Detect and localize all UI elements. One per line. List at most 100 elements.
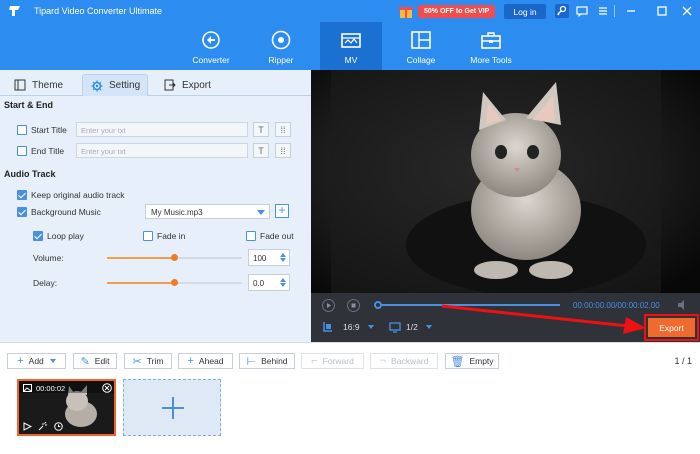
- clip-thumbnail[interactable]: 00:00:02: [17, 379, 116, 436]
- end-title-input[interactable]: Enter your txt: [76, 143, 248, 158]
- audio-track-heading: Audio Track: [4, 169, 56, 179]
- music-file-select[interactable]: My Music.mp3: [145, 204, 270, 219]
- edit-button[interactable]: ✎ Edit: [73, 353, 117, 369]
- plus-icon: +: [17, 355, 24, 367]
- behind-button[interactable]: ⊢ Behind: [239, 353, 295, 369]
- screen-page-select[interactable]: 1/2: [406, 322, 432, 332]
- tab-label: MV: [344, 55, 358, 65]
- play-icon[interactable]: [23, 422, 32, 431]
- behind-label: Behind: [261, 356, 288, 366]
- fade-in-label: Fade in: [157, 231, 186, 241]
- key-icon[interactable]: [555, 4, 569, 18]
- close-icon[interactable]: [102, 383, 112, 393]
- forward-button[interactable]: ⌐ Forward: [301, 353, 364, 369]
- loop-play-checkbox[interactable]: [33, 231, 43, 241]
- background-music-row: Background Music: [17, 207, 101, 217]
- tab-collage[interactable]: Collage: [390, 22, 452, 70]
- stop-button[interactable]: [347, 299, 360, 312]
- menu-icon[interactable]: [596, 4, 610, 18]
- settings-panel: Theme Setting Export Start & End Start T…: [0, 70, 311, 342]
- tab-label: Collage: [406, 55, 436, 65]
- fade-out-checkbox[interactable]: [246, 231, 256, 241]
- page-count: 1 / 1: [674, 356, 692, 366]
- end-text-format-button[interactable]: T: [253, 143, 269, 158]
- start-title-row: Start Title: [17, 125, 67, 135]
- maximize-icon[interactable]: [655, 4, 669, 18]
- stop-icon: [351, 303, 356, 308]
- delay-label: Delay:: [33, 278, 58, 288]
- forward-label: Forward: [322, 356, 354, 366]
- subtab-theme[interactable]: Theme: [4, 74, 74, 96]
- delay-stepper[interactable]: 0.0: [248, 274, 290, 291]
- stepper-down-icon[interactable]: [280, 258, 286, 262]
- converter-icon: [202, 31, 220, 49]
- end-text-position-button[interactable]: ⁞⁞: [275, 143, 291, 158]
- wand-icon: ✎: [80, 355, 90, 368]
- trim-button[interactable]: ✂ Trim: [124, 353, 172, 369]
- main-nav: Converter Ripper MV Collage More Tools: [0, 22, 700, 70]
- end-title-checkbox[interactable]: [17, 146, 27, 156]
- timeline-toolbar: + Add ✎ Edit ✂ Trim + Ahead ⊢ Behind ⌐ F…: [0, 342, 700, 376]
- close-icon[interactable]: [680, 4, 694, 18]
- end-title-label: End Title: [31, 146, 65, 156]
- login-button[interactable]: Log in: [504, 4, 546, 19]
- stepper-up-icon[interactable]: [280, 278, 286, 282]
- empty-button[interactable]: 🗑 Empty: [445, 353, 499, 369]
- delay-slider-track[interactable]: [174, 282, 242, 284]
- collage-icon: [411, 31, 431, 49]
- ahead-button[interactable]: + Ahead: [178, 353, 233, 369]
- tab-mv[interactable]: MV: [320, 22, 382, 70]
- tab-more-tools[interactable]: More Tools: [460, 22, 522, 70]
- background-music-checkbox[interactable]: [17, 207, 27, 217]
- add-music-button[interactable]: +: [275, 204, 289, 218]
- volume-icon[interactable]: [677, 299, 689, 311]
- edit-label: Edit: [94, 356, 110, 366]
- start-title-input[interactable]: Enter your txt: [76, 122, 248, 137]
- tab-label: Converter: [192, 55, 230, 65]
- subtab-export[interactable]: Export: [158, 74, 228, 96]
- delay-slider-handle[interactable]: [171, 279, 178, 286]
- stepper-up-icon[interactable]: [280, 253, 286, 257]
- volume-stepper[interactable]: 100: [248, 249, 290, 266]
- start-end-heading: Start & End: [4, 100, 54, 110]
- subtab-label: Theme: [32, 79, 64, 91]
- chevron-down-icon: [425, 325, 432, 329]
- play-button[interactable]: [322, 299, 335, 312]
- add-clip-slot[interactable]: [123, 379, 221, 436]
- annotation-arrow: [441, 304, 646, 334]
- subtab-label: Export: [182, 79, 211, 91]
- subtab-setting[interactable]: Setting: [82, 74, 148, 96]
- fade-in-checkbox[interactable]: [143, 231, 153, 241]
- loop-play-label: Loop play: [47, 231, 84, 241]
- text-position-button[interactable]: ⁞⁞: [275, 122, 291, 137]
- empty-label: Empty: [469, 356, 494, 366]
- keep-original-checkbox[interactable]: [17, 190, 27, 200]
- tab-ripper[interactable]: Ripper: [250, 22, 312, 70]
- text-icon: T: [258, 145, 264, 156]
- export-button-highlight: Export: [644, 314, 699, 341]
- backward-button[interactable]: ¬ Backward: [370, 353, 438, 369]
- promo-banner[interactable]: 50% OFF to Get VIP: [398, 3, 496, 19]
- app-title: Tipard Video Converter Ultimate: [34, 6, 163, 16]
- add-button[interactable]: + Add: [7, 353, 66, 369]
- delay-slider-fill: [107, 282, 174, 284]
- export-button[interactable]: Export: [648, 318, 695, 337]
- subtab-label: Setting: [109, 80, 141, 91]
- stepper-down-icon[interactable]: [280, 283, 286, 287]
- aspect-ratio-select[interactable]: 16:9: [343, 322, 374, 332]
- video-preview: [311, 70, 700, 293]
- minimize-icon[interactable]: [624, 4, 638, 18]
- effect-icon[interactable]: [38, 422, 47, 431]
- progress-handle[interactable]: [374, 301, 382, 309]
- promo-badge[interactable]: 50% OFF to Get VIP: [418, 4, 496, 18]
- chat-icon[interactable]: [575, 4, 589, 18]
- image-icon: [23, 384, 32, 392]
- gear-icon: [91, 80, 103, 91]
- clock-icon[interactable]: [54, 422, 63, 431]
- trash-icon: 🗑: [450, 355, 465, 368]
- start-title-checkbox[interactable]: [17, 125, 27, 135]
- text-format-button[interactable]: T: [253, 122, 269, 137]
- volume-slider-handle[interactable]: [171, 254, 178, 261]
- tab-converter[interactable]: Converter: [180, 22, 242, 70]
- volume-slider-track[interactable]: [174, 257, 242, 259]
